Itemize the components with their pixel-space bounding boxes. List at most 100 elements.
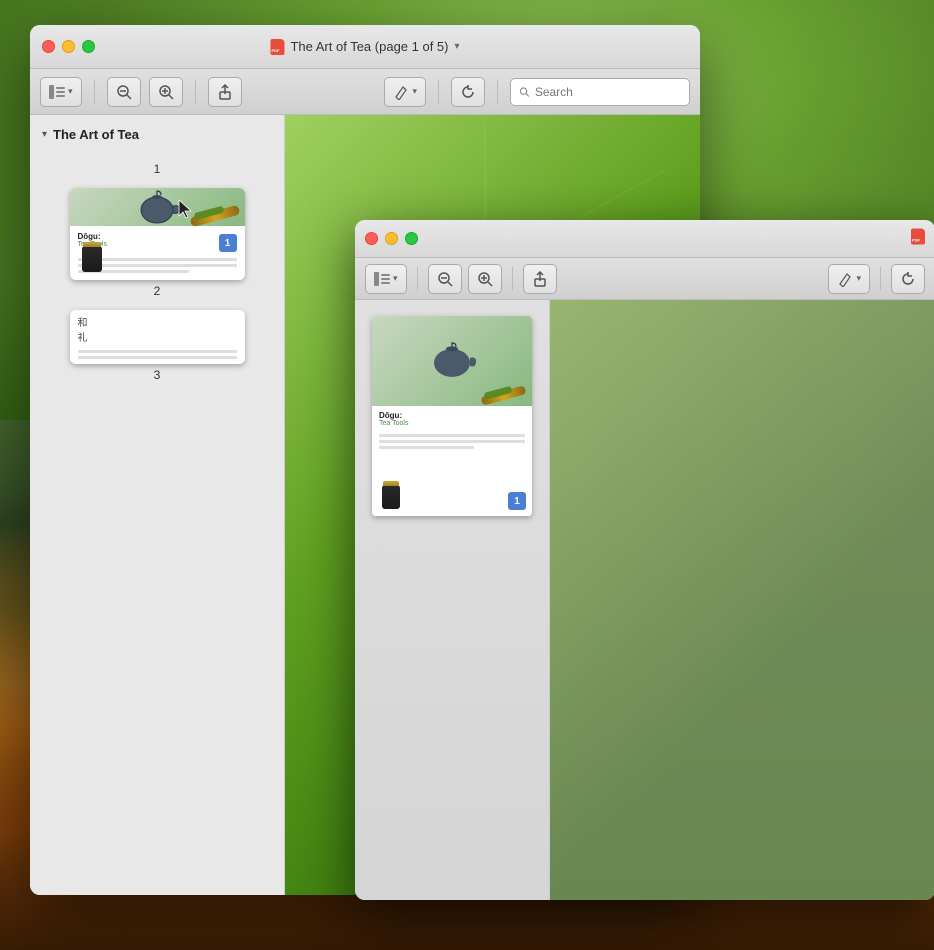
rotate-icon (460, 84, 476, 100)
title-dropdown-chevron[interactable]: ▾ (455, 41, 460, 52)
close-button[interactable] (42, 40, 55, 53)
pdf-file-icon (270, 39, 284, 55)
search-input[interactable] (535, 85, 681, 99)
search-icon (519, 86, 530, 98)
toolbar-sep-1 (94, 80, 95, 104)
toolbar-sep-3 (438, 80, 439, 104)
second-spoon (481, 391, 526, 400)
spoon-shape (189, 205, 240, 228)
second-toolbar: ▾ (355, 258, 934, 300)
page-thumbnail-1[interactable]: The Artof Tea Japanese Tea Ceremony 1 (70, 158, 245, 176)
sidebar-header[interactable]: ▾ The Art of Tea (30, 123, 284, 150)
sidebar-dropdown-chevron: ▾ (68, 86, 73, 97)
second-close-button[interactable] (365, 232, 378, 245)
window-title: The Art of Tea (page 1 of 5) (290, 39, 448, 54)
tea-jar-lid (83, 242, 101, 247)
page-thumb-wrapper-2[interactable]: Dōgu: Tea Tools (70, 188, 245, 280)
search-box[interactable] (510, 78, 690, 106)
second-rotate-button[interactable] (891, 264, 925, 294)
s-line-1 (379, 434, 525, 437)
second-dogu-top (372, 316, 532, 406)
second-title-bar (355, 220, 934, 258)
page-thumb-wrapper-3[interactable]: Japanese Tea Ceremony 和礼 (70, 310, 245, 364)
second-page-thumbnail[interactable]: Dōgu: Tea Tools 1 (372, 316, 532, 516)
s-line-2 (379, 440, 525, 443)
second-page-overlay (550, 300, 934, 900)
main-toolbar: ▾ (30, 69, 700, 115)
second-dogu-title: Dōgu: (379, 411, 525, 420)
second-pdf-window: ▾ (355, 220, 934, 900)
second-pdf-file-icon (911, 228, 925, 244)
second-jar (382, 485, 400, 509)
matcha-powder (193, 206, 224, 221)
window-title-center: The Art of Tea (page 1 of 5) ▾ (270, 39, 459, 55)
second-zoom-in-button[interactable] (468, 264, 502, 294)
annotate-button[interactable]: ▾ (384, 77, 426, 107)
sidebar-icon (49, 85, 65, 99)
japanese-chars: 和礼 (70, 310, 245, 348)
second-content-area: Dōgu: Tea Tools 1 (355, 300, 934, 900)
page-number-2: 2 (70, 284, 245, 298)
s-line-3 (379, 446, 474, 449)
second-share-button[interactable] (523, 264, 557, 294)
dogu-spoon-area (190, 211, 240, 221)
rotate-button[interactable] (451, 77, 485, 107)
second-zoom-out-button[interactable] (428, 264, 462, 294)
pen-icon (393, 84, 409, 100)
window-controls (42, 40, 95, 53)
second-share-icon (532, 271, 548, 287)
page-number-1: 1 (70, 162, 245, 176)
second-maximize-button[interactable] (405, 232, 418, 245)
toolbar-sep-4 (497, 80, 498, 104)
second-sep-3 (880, 267, 881, 291)
share-icon (217, 84, 233, 100)
second-sidebar: Dōgu: Tea Tools 1 (355, 300, 550, 900)
annotate-dropdown: ▾ (412, 86, 417, 97)
second-pdf-icon-area (911, 228, 925, 249)
second-sidebar-chevron: ▾ (393, 273, 398, 284)
japanese-content-lines (70, 348, 245, 364)
share-button[interactable] (208, 77, 242, 107)
second-sidebar-toggle[interactable]: ▾ (365, 264, 407, 294)
second-jar-lid (383, 481, 399, 486)
second-sep-1 (417, 267, 418, 291)
tea-jar (82, 246, 102, 272)
zoom-in-button[interactable] (149, 77, 183, 107)
minimize-button[interactable] (62, 40, 75, 53)
dogu-top-image (70, 188, 245, 226)
second-bookmark-badge: 1 (508, 492, 526, 510)
second-minimize-button[interactable] (385, 232, 398, 245)
page-thumbnail-3[interactable]: Japanese Tea Ceremony 和礼 (70, 310, 245, 382)
dogu-title-text: Dōgu: (78, 232, 237, 241)
second-pen-dropdown: ▾ (856, 273, 861, 284)
sidebar-toggle-button[interactable]: ▾ (40, 77, 82, 107)
thumb-japanese-page: Japanese Tea Ceremony 和礼 (70, 310, 245, 364)
bookmark-number: 1 (225, 238, 231, 249)
main-title-bar: The Art of Tea (page 1 of 5) ▾ (30, 25, 700, 69)
sidebar-collapse-chevron: ▾ (42, 129, 47, 140)
zoom-out-button[interactable] (107, 77, 141, 107)
bookmark-badge-2: 1 (219, 234, 237, 252)
second-dogu-text: Dōgu: Tea Tools (372, 406, 532, 432)
second-pen-icon (837, 271, 853, 287)
second-bookmark-number: 1 (514, 496, 520, 507)
second-spoon-shape (481, 385, 527, 405)
sidebar-pages: The Artof Tea Japanese Tea Ceremony 1 (30, 150, 284, 390)
second-sidebar-icon (374, 272, 390, 286)
second-rotate-icon (900, 271, 916, 287)
second-annotate-button[interactable]: ▾ (828, 264, 870, 294)
page-number-3: 3 (70, 368, 245, 382)
second-sep-2 (512, 267, 513, 291)
page-thumbnail-2[interactable]: Dōgu: Tea Tools (70, 188, 245, 298)
second-zoom-in-icon (477, 271, 493, 287)
cursor-indicator (177, 198, 195, 225)
second-window-controls (365, 232, 418, 245)
second-dogu-subtitle: Tea Tools (379, 420, 525, 427)
j-content-line-1 (78, 350, 237, 353)
thumb-dogu-page: Dōgu: Tea Tools (70, 188, 245, 280)
maximize-button[interactable] (82, 40, 95, 53)
dogu-teapot-icon (135, 188, 180, 226)
sidebar-document-title: The Art of Tea (53, 127, 139, 142)
second-thumb-dogu: Dōgu: Tea Tools (372, 316, 532, 516)
second-teapot-icon (427, 338, 477, 380)
